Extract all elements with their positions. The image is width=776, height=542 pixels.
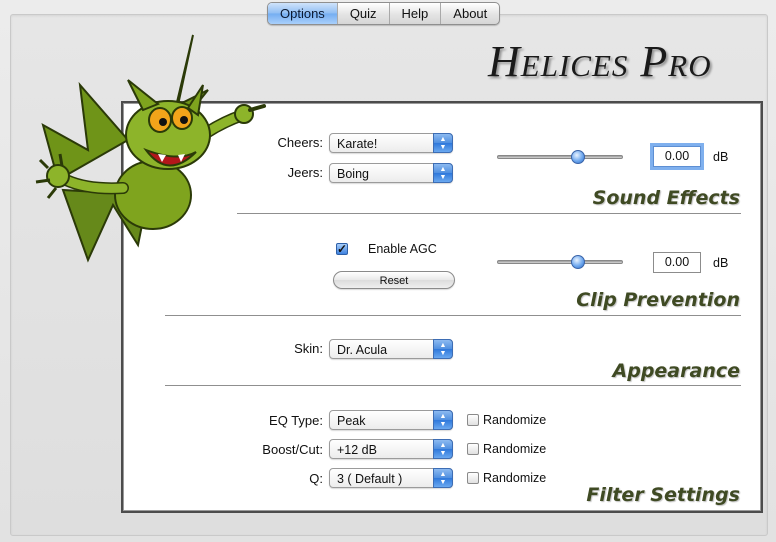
tab-options[interactable]: Options: [268, 3, 337, 24]
divider: [165, 385, 741, 386]
enable-agc-checkbox[interactable]: ✓: [336, 243, 348, 255]
tab-help[interactable]: Help: [388, 3, 441, 24]
skin-popup[interactable]: Dr. Acula ▲ ▼: [329, 339, 453, 359]
q-value: 3 ( Default ): [337, 472, 403, 486]
eq-type-value: Peak: [337, 414, 366, 428]
up-down-arrows-icon: ▲ ▼: [433, 439, 453, 459]
up-down-arrows-icon: ▲ ▼: [433, 163, 453, 183]
tab-about[interactable]: About: [440, 3, 499, 24]
app-title: Helices Pro: [488, 37, 712, 86]
cheers-value: Karate!: [337, 137, 378, 151]
skin-label: Skin:: [294, 341, 323, 356]
enable-agc-label: Enable AGC: [368, 242, 437, 256]
q-randomize-checkbox[interactable]: [467, 472, 479, 484]
q-popup[interactable]: 3 ( Default ) ▲ ▼: [329, 468, 453, 488]
up-down-arrows-icon: ▲ ▼: [433, 468, 453, 488]
eq-type-label: EQ Type:: [269, 413, 323, 428]
q-label: Q:: [309, 471, 323, 486]
boost-cut-value: +12 dB: [337, 443, 377, 457]
slider-knob[interactable]: [570, 255, 585, 269]
boost-cut-randomize-checkbox[interactable]: [467, 443, 479, 455]
up-down-arrows-icon: ▲ ▼: [433, 410, 453, 430]
sound-effects-title: Sound Effects: [592, 187, 740, 209]
filter-settings-title: Filter Settings: [586, 484, 740, 506]
eq-type-popup[interactable]: Peak ▲ ▼: [329, 410, 453, 430]
clip-prevention-title: Clip Prevention: [576, 289, 740, 311]
clip-prevention-gain-field[interactable]: 0.00: [653, 252, 701, 273]
tab-bar: Options Quiz Help About: [267, 2, 501, 25]
divider: [237, 213, 741, 214]
clip-prevention-gain-slider[interactable]: [497, 254, 623, 270]
dragon-mascot-icon: [35, 34, 266, 263]
appearance-title: Appearance: [612, 360, 740, 382]
divider: [165, 315, 741, 316]
slider-track: [497, 155, 623, 159]
eq-type-randomize-checkbox[interactable]: [467, 414, 479, 426]
skin-value: Dr. Acula: [337, 343, 388, 357]
slider-track: [497, 260, 623, 264]
up-down-arrows-icon: ▲ ▼: [433, 339, 453, 359]
boost-cut-popup[interactable]: +12 dB ▲ ▼: [329, 439, 453, 459]
sound-effects-gain-field[interactable]: 0.00: [653, 146, 701, 167]
up-down-arrows-icon: ▲ ▼: [433, 133, 453, 153]
sound-effects-gain-slider[interactable]: [497, 149, 623, 165]
boost-cut-randomize-label: Randomize: [483, 442, 547, 456]
slider-knob[interactable]: [570, 150, 585, 164]
sound-effects-unit: dB: [713, 150, 729, 164]
q-randomize-label: Randomize: [483, 471, 547, 485]
jeers-popup[interactable]: Boing ▲ ▼: [329, 163, 453, 183]
eq-type-randomize-label: Randomize: [483, 413, 547, 427]
clip-prevention-unit: dB: [713, 256, 729, 270]
tab-quiz[interactable]: Quiz: [336, 3, 389, 24]
cheers-popup[interactable]: Karate! ▲ ▼: [329, 133, 453, 153]
jeers-value: Boing: [337, 167, 369, 181]
reset-button[interactable]: Reset: [333, 271, 455, 289]
boost-cut-label: Boost/Cut:: [262, 442, 323, 457]
